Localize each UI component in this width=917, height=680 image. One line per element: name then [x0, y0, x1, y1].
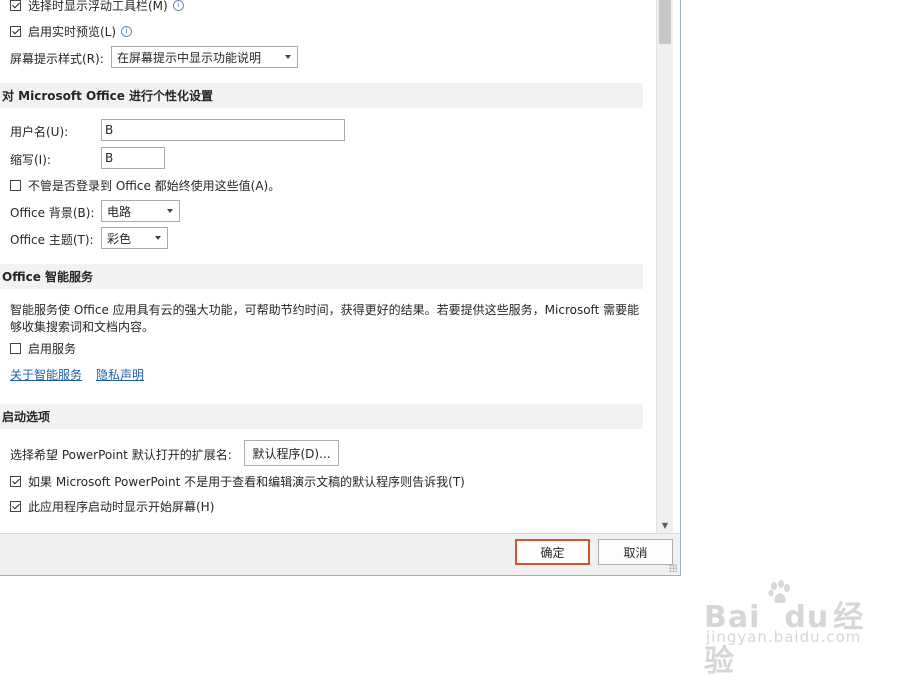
show-mini-toolbar-option[interactable]: 选择时显示浮动工具栏(M) i — [10, 0, 184, 14]
office-background-label: Office 背景(B): — [10, 206, 95, 220]
office-background-value: 电路 — [107, 204, 132, 219]
username-input[interactable]: B — [101, 119, 345, 141]
cancel-button[interactable]: 取消 — [598, 539, 673, 565]
chevron-down-icon — [285, 55, 291, 59]
info-icon: i — [121, 26, 133, 37]
watermark-url: jingyan.baidu.com — [706, 628, 862, 646]
scroll-down-icon[interactable]: ▼ — [657, 517, 673, 533]
show-start-screen-option[interactable]: 此应用程序启动时显示开始屏幕(H) — [10, 498, 214, 515]
intelligent-services-description-cont: 够收集搜索词和文档内容。 — [10, 320, 155, 334]
screentip-style-label: 屏幕提示样式(R): — [10, 52, 104, 66]
always-use-values-label: 不管是否登录到 Office 都始终使用这些值(A)。 — [28, 179, 281, 193]
enable-services-option[interactable]: 启用服务 — [10, 340, 76, 357]
ok-button[interactable]: 确定 — [515, 539, 590, 565]
screentip-style-dropdown[interactable]: 在屏幕提示中显示功能说明 — [111, 46, 298, 68]
always-use-values-checkbox[interactable] — [10, 180, 21, 191]
intelligent-services-description: 智能服务使 Office 应用具有云的强大功能，可帮助节约时间，获得更好的结果。… — [10, 303, 640, 317]
vertical-scrollbar[interactable]: ▼ — [656, 0, 673, 533]
enable-services-checkbox[interactable] — [10, 343, 21, 354]
options-content: 选择时显示浮动工具栏(M) i 启用实时预览(L) i 屏幕提示样式(R): 在… — [0, 0, 656, 533]
screentip-style-value: 在屏幕提示中显示功能说明 — [117, 50, 262, 65]
live-preview-option[interactable]: 启用实时预览(L) i — [10, 23, 133, 40]
office-theme-dropdown[interactable]: 彩色 — [101, 227, 168, 249]
show-mini-toolbar-checkbox[interactable] — [10, 0, 21, 11]
office-theme-value: 彩色 — [107, 231, 132, 246]
live-preview-checkbox[interactable] — [10, 26, 21, 37]
tell-me-default-checkbox[interactable] — [10, 476, 21, 487]
chevron-down-icon — [167, 209, 173, 213]
username-label: 用户名(U): — [10, 125, 69, 139]
office-background-dropdown[interactable]: 电路 — [101, 200, 180, 222]
resize-grip-icon[interactable] — [669, 564, 677, 572]
about-intelligent-services-link[interactable]: 关于智能服务 — [10, 366, 82, 383]
info-icon: i — [172, 0, 184, 11]
dialog-footer: 确定 取消 — [0, 533, 680, 575]
baidu-jingyan-watermark: Bai du 经验 jingyan.baidu.com — [704, 580, 874, 679]
show-start-screen-label: 此应用程序启动时显示开始屏幕(H) — [28, 500, 215, 514]
startup-options-section-header: 启动选项 — [0, 404, 643, 429]
enable-services-label: 启用服务 — [28, 342, 77, 356]
initials-label: 缩写(I): — [10, 153, 51, 167]
show-start-screen-checkbox[interactable] — [10, 501, 21, 512]
default-extension-label: 选择希望 PowerPoint 默认打开的扩展名: — [10, 448, 232, 462]
show-mini-toolbar-label: 选择时显示浮动工具栏(M) — [28, 0, 168, 13]
live-preview-label: 启用实时预览(L) — [28, 25, 117, 39]
personalize-section-header: 对 Microsoft Office 进行个性化设置 — [0, 83, 643, 108]
office-theme-label: Office 主题(T): — [10, 233, 94, 247]
initials-input[interactable]: B — [101, 147, 165, 169]
tell-me-default-option[interactable]: 如果 Microsoft PowerPoint 不是用于查看和编辑演示文稿的默认… — [10, 473, 465, 490]
default-programs-button[interactable]: 默认程序(D)... — [244, 440, 339, 466]
tell-me-default-label: 如果 Microsoft PowerPoint 不是用于查看和编辑演示文稿的默认… — [28, 475, 465, 489]
powerpoint-options-dialog: 选择时显示浮动工具栏(M) i 启用实时预览(L) i 屏幕提示样式(R): 在… — [0, 0, 681, 576]
intelligent-services-section-header: Office 智能服务 — [0, 264, 643, 289]
always-use-values-option[interactable]: 不管是否登录到 Office 都始终使用这些值(A)。 — [10, 177, 280, 194]
scrollbar-thumb[interactable] — [659, 0, 671, 44]
chevron-down-icon — [155, 236, 161, 240]
privacy-statement-link[interactable]: 隐私声明 — [96, 366, 144, 383]
